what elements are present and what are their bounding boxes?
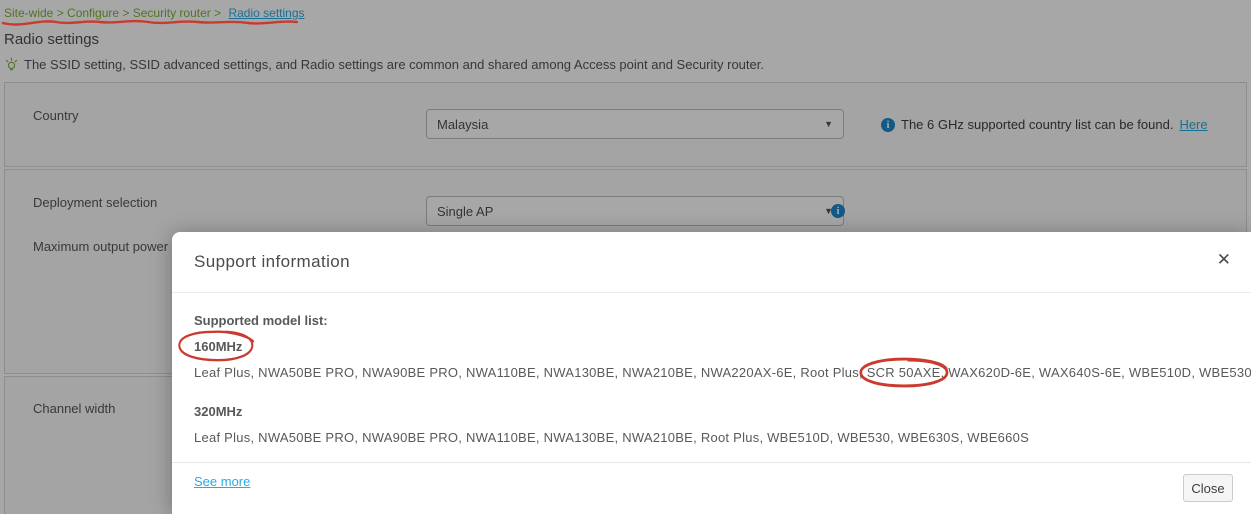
support-information-modal: Support information ✕ Supported model li… xyxy=(172,232,1251,514)
modal-title: Support information xyxy=(194,252,350,271)
modal-footer: See more Close xyxy=(172,462,1251,514)
models-text: Leaf Plus, NWA50BE PRO, NWA90BE PRO, NWA… xyxy=(194,365,867,380)
annotated-160mhz: 160MHz xyxy=(178,330,255,362)
close-icon[interactable]: ✕ xyxy=(1217,251,1231,268)
close-button[interactable]: Close xyxy=(1183,474,1233,502)
models-160mhz: Leaf Plus, NWA50BE PRO, NWA90BE PRO, NWA… xyxy=(194,357,1251,388)
see-more-link[interactable]: See more xyxy=(194,474,250,489)
circled-model: SCR 50AXE xyxy=(866,365,941,380)
models-320mhz: Leaf Plus, NWA50BE PRO, NWA90BE PRO, NWA… xyxy=(194,430,1030,445)
models-text: , WAX620D-6E, WAX640S-6E, WBE510D, WBE53… xyxy=(940,365,1251,380)
modal-header: Support information ✕ xyxy=(172,232,1251,293)
supported-model-list-label: Supported model list: xyxy=(194,313,328,328)
radio-settings-page: Site-wide > Configure > Security router … xyxy=(0,0,1251,514)
group-heading-160mhz: 160MHz xyxy=(178,330,255,362)
group-heading-320mhz: 320MHz xyxy=(194,404,243,419)
heading-text: 160MHz xyxy=(194,339,243,354)
annotated-scr-50axe: SCR 50AXE xyxy=(859,357,949,388)
